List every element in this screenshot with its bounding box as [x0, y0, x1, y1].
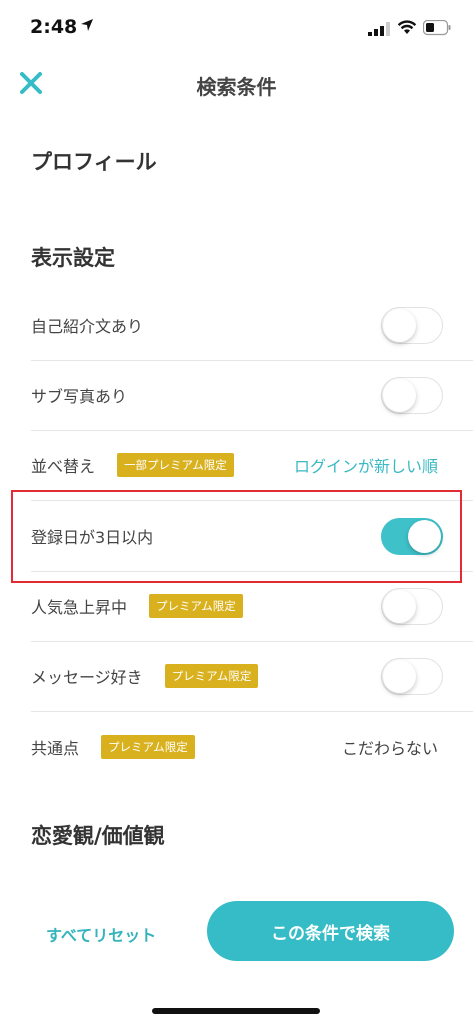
toggle-knob: [383, 659, 416, 693]
row-label: サブ写真あり: [31, 387, 128, 406]
toggle-knob: [383, 308, 416, 342]
page-title: 検索条件: [196, 75, 277, 99]
row-label: 自己紹介文あり: [31, 317, 144, 336]
row-common-points[interactable]: 共通点 プレミアム限定 こだわらない: [31, 712, 473, 782]
cellular-signal-icon: [368, 22, 390, 36]
bottom-action-bar: すべてリセット この条件で検索: [0, 880, 473, 1024]
battery-icon: [423, 20, 451, 36]
status-time: 2:48: [30, 16, 78, 38]
premium-badge: 一部プレミアム限定: [117, 453, 234, 477]
section-title-display: 表示設定: [31, 246, 115, 270]
home-indicator: [152, 1008, 320, 1014]
location-arrow-icon: [81, 19, 93, 31]
toggle-knob: [383, 378, 416, 412]
search-button[interactable]: この条件で検索: [207, 901, 454, 961]
row-label: 共通点: [31, 739, 80, 758]
toggle-self-intro[interactable]: [381, 306, 443, 344]
toggle-knob: [383, 589, 416, 623]
row-self-intro[interactable]: 自己紹介文あり: [31, 290, 473, 361]
nav-bar: 検索条件: [0, 56, 473, 112]
row-label: メッセージ好き: [31, 668, 143, 687]
row-label: 並べ替え: [31, 457, 96, 476]
premium-badge: プレミアム限定: [101, 735, 195, 759]
status-bar: 2:48: [0, 0, 473, 56]
premium-badge: プレミアム限定: [149, 594, 243, 618]
toggle-sub-photo[interactable]: [381, 376, 443, 414]
section-title-values: 恋愛観/価値観: [31, 824, 165, 848]
common-points-value[interactable]: こだわらない: [342, 735, 438, 759]
sort-order-value[interactable]: ログインが新しい順: [294, 453, 438, 477]
reset-all-button[interactable]: すべてリセット: [46, 922, 156, 946]
highlight-box: [11, 490, 462, 583]
wifi-icon: [397, 20, 417, 34]
section-title-profile[interactable]: プロフィール: [31, 146, 157, 176]
row-message-lover[interactable]: メッセージ好き プレミアム限定: [31, 641, 473, 712]
premium-badge: プレミアム限定: [164, 664, 259, 688]
row-sub-photo[interactable]: サブ写真あり: [31, 360, 473, 431]
row-label: 人気急上昇中: [31, 598, 128, 617]
toggle-popular-rising[interactable]: [381, 587, 443, 625]
toggle-message-lover[interactable]: [381, 657, 443, 695]
